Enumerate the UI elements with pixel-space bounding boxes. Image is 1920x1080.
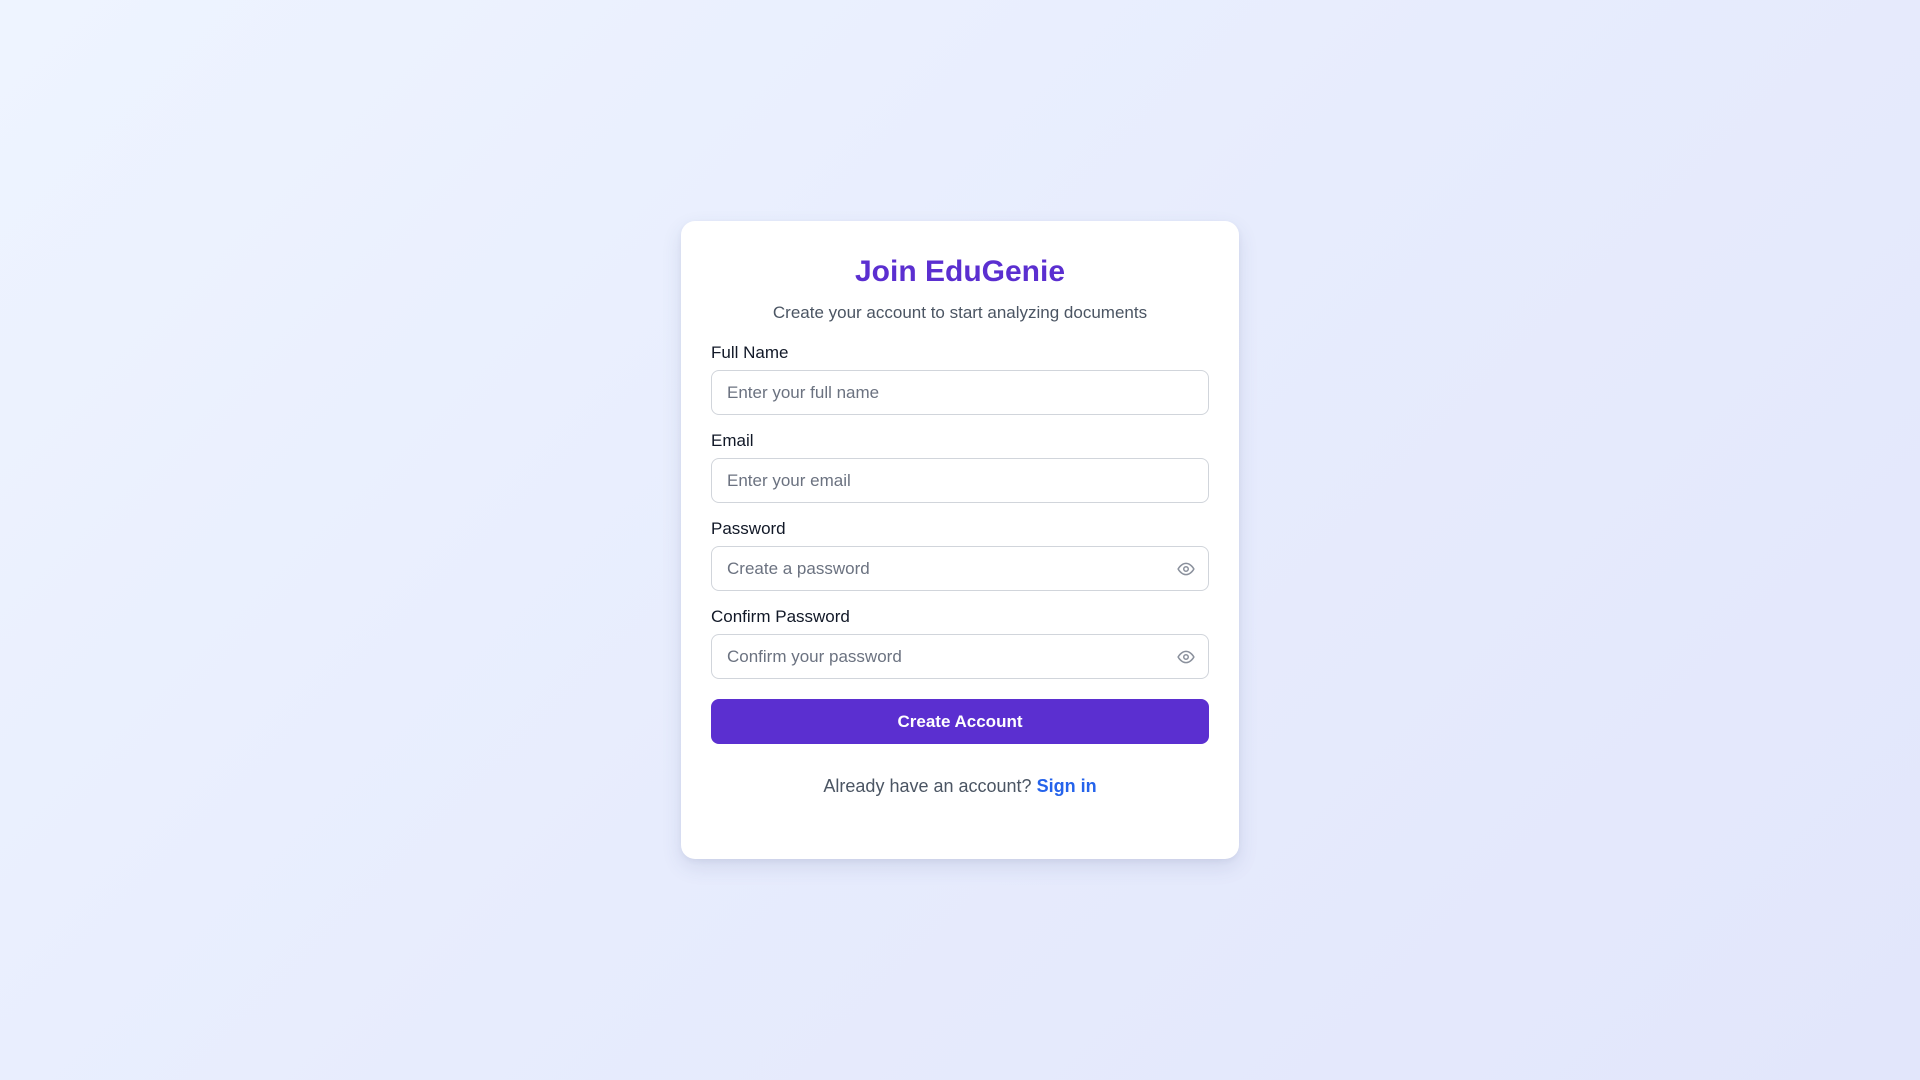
- eye-icon[interactable]: [1176, 647, 1196, 667]
- confirm-password-input[interactable]: [712, 635, 1208, 678]
- signin-link[interactable]: Sign in: [1037, 776, 1097, 796]
- confirm-password-field: Confirm Password: [711, 606, 1209, 679]
- eye-icon[interactable]: [1176, 559, 1196, 579]
- page-title: Join EduGenie: [854, 255, 1066, 288]
- create-account-button[interactable]: Create Account: [711, 699, 1209, 744]
- email-label: Email: [711, 431, 754, 450]
- password-field: Password: [711, 518, 1209, 591]
- page-subtitle: Create your account to start analyzing d…: [772, 303, 1148, 322]
- confirm-password-label: Confirm Password: [711, 607, 850, 626]
- full-name-label: Full Name: [711, 343, 789, 362]
- full-name-field: Full Name: [711, 342, 1209, 415]
- email-field: Email: [711, 430, 1209, 503]
- full-name-input-wrapper: [711, 370, 1209, 415]
- password-input-wrapper: [711, 546, 1209, 591]
- full-name-input[interactable]: [712, 371, 1208, 414]
- confirm-password-input-wrapper: [711, 634, 1209, 679]
- signup-card: Join EduGenie Create your account to sta…: [681, 221, 1239, 859]
- email-input[interactable]: [712, 459, 1208, 502]
- password-input[interactable]: [712, 547, 1208, 590]
- password-label: Password: [711, 519, 786, 538]
- signin-prompt: Already have an account? Sign in: [711, 774, 1209, 798]
- email-input-wrapper: [711, 458, 1209, 503]
- signin-prompt-text: Already have an account?: [823, 776, 1032, 796]
